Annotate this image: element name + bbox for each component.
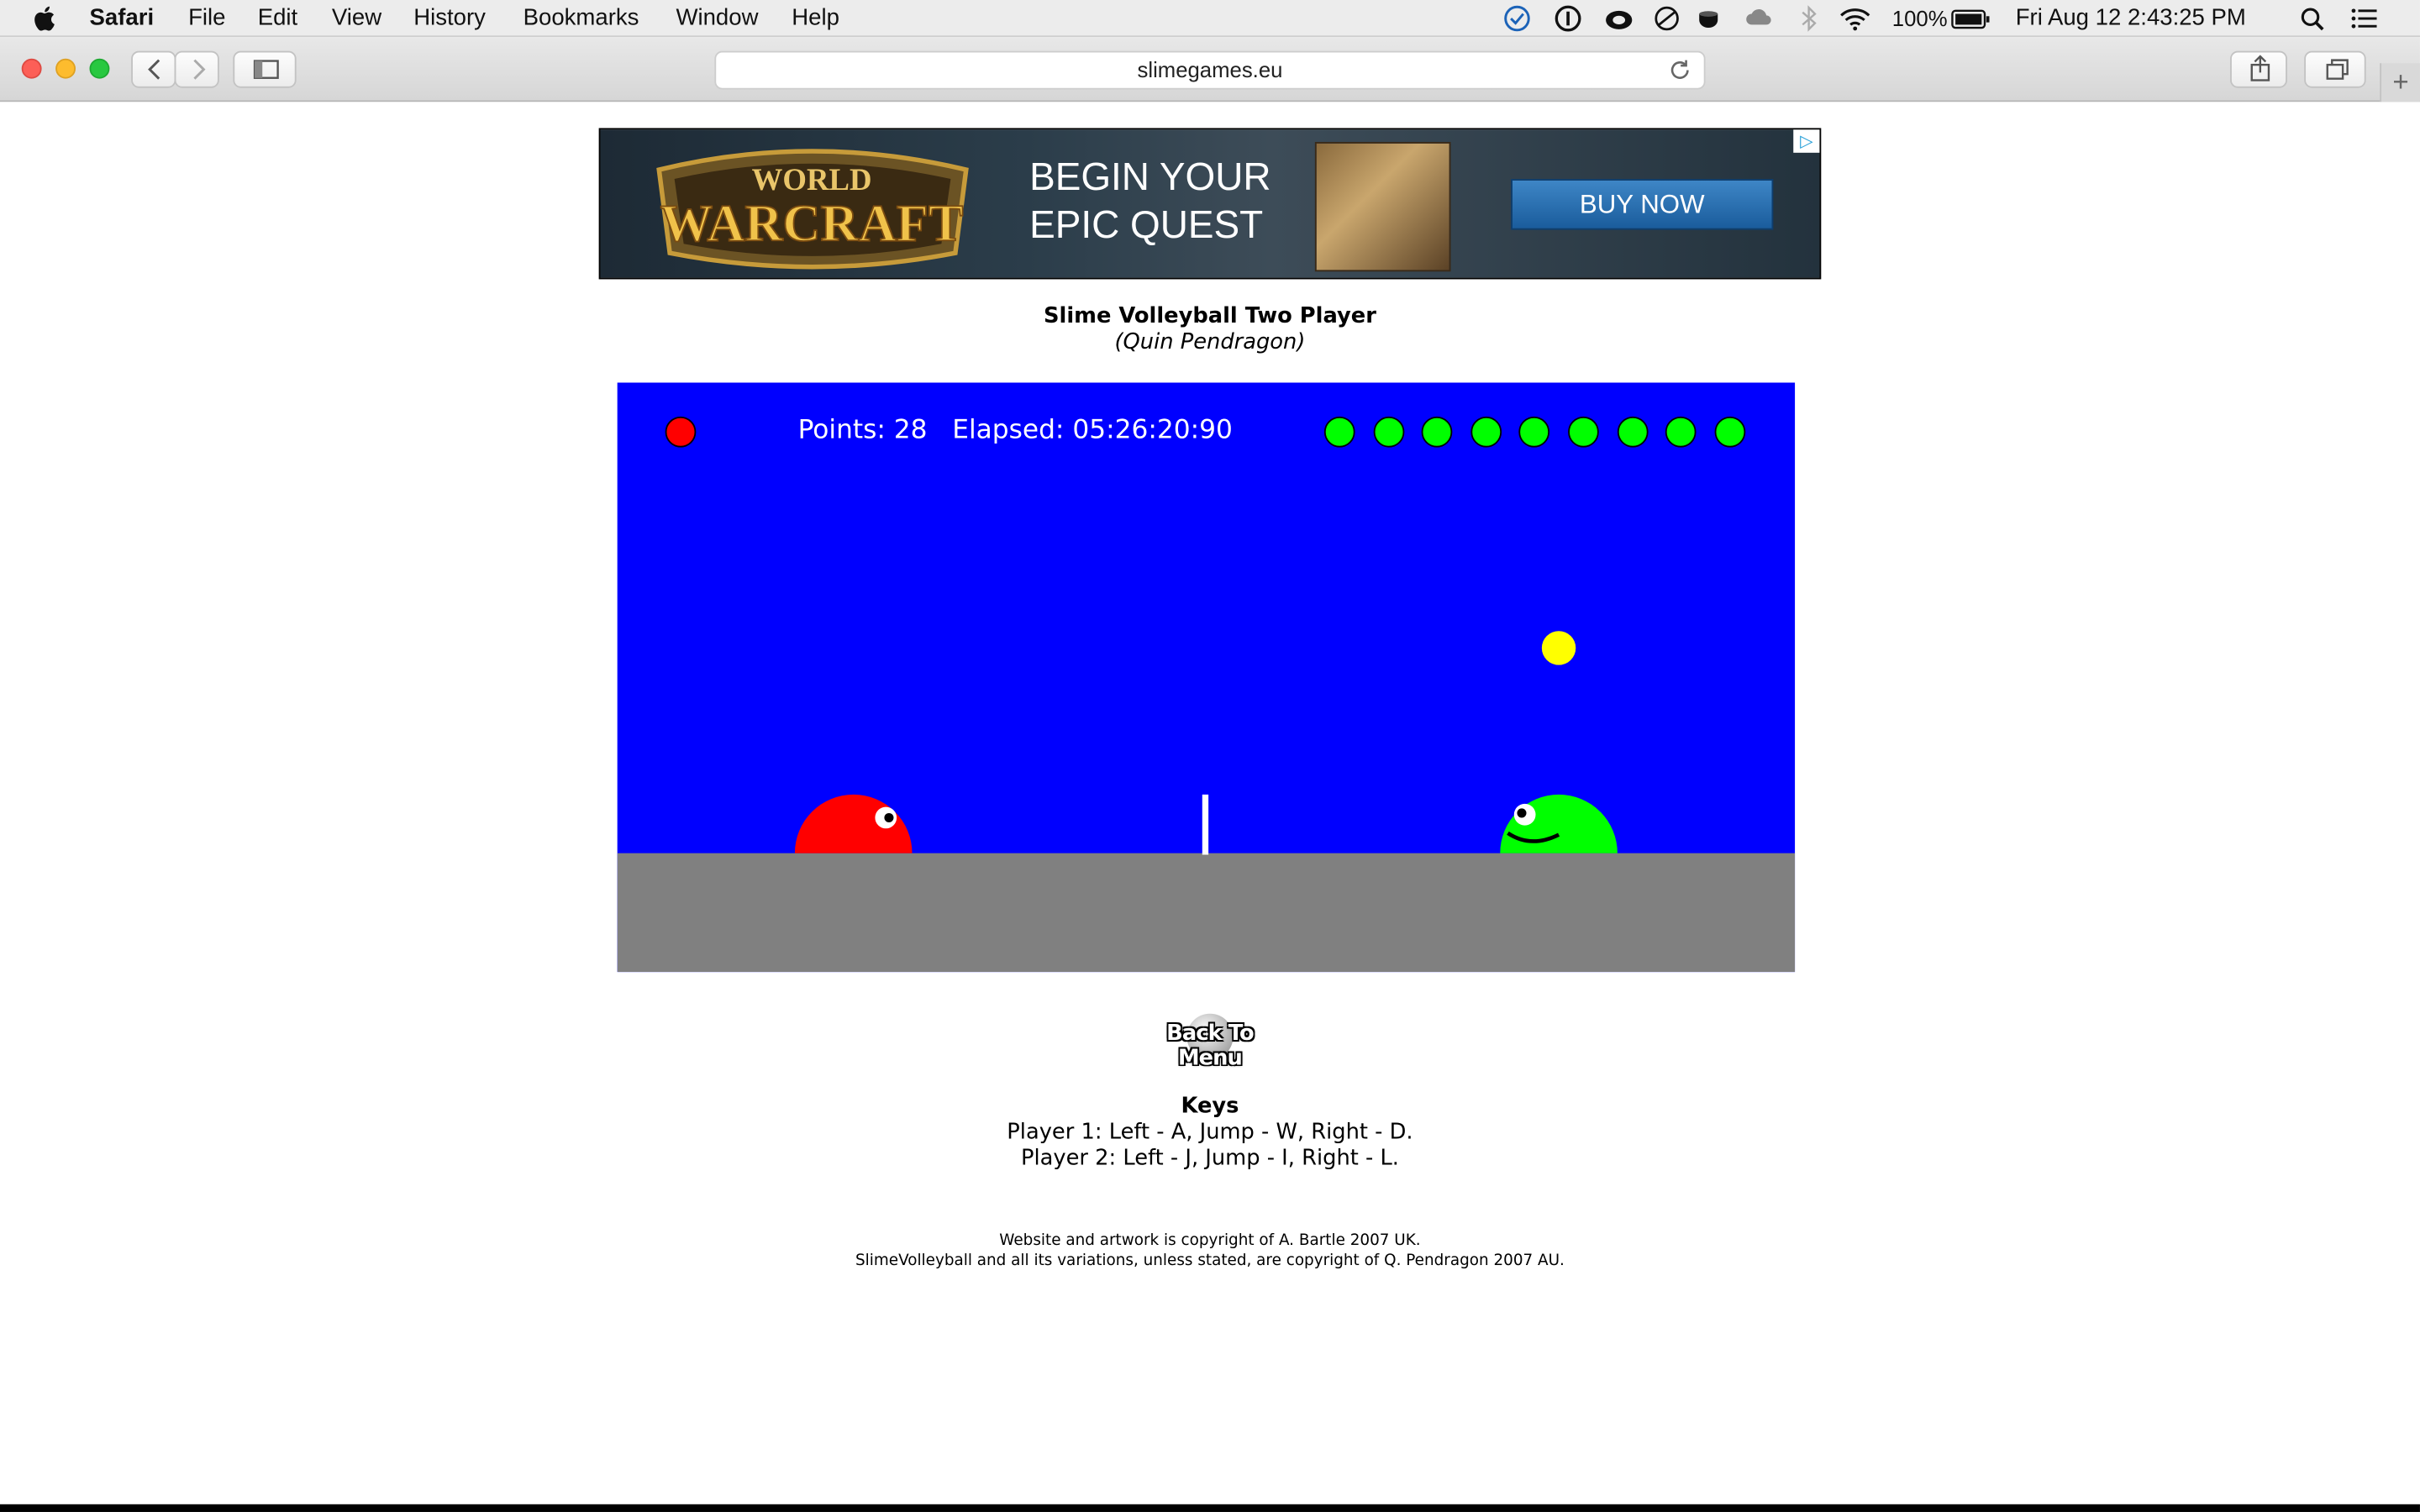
sync-status-icon[interactable] (1502, 5, 1533, 33)
slime-pupil (884, 812, 894, 822)
player1-keys: Player 1: Left - A, Jump - W, Right - D. (1007, 1120, 1413, 1145)
close-window-button[interactable] (21, 58, 42, 79)
player2-life-indicator (1421, 416, 1453, 448)
game-canvas[interactable]: Points: 28 Elapsed: 05:26:20:90 (617, 382, 1796, 973)
footer-line2: SlimeVolleyball and all its variations, … (855, 1252, 1565, 1270)
keys-info: Keys Player 1: Left - A, Jump - W, Right… (0, 1094, 2420, 1173)
player2-life-indicator (1323, 416, 1355, 448)
chevron-right-icon (193, 59, 206, 80)
share-button[interactable] (2230, 50, 2287, 88)
show-tabs-button[interactable] (2304, 50, 2366, 88)
menu-help[interactable]: Help (792, 5, 839, 31)
minimize-window-button[interactable] (55, 58, 76, 79)
page-title: Slime Volleyball Two Player (1044, 303, 1376, 329)
player2-life-indicator (1372, 416, 1404, 448)
world-of-warcraft-logo: WORLD WARCRAFT (656, 149, 969, 270)
player2-life-indicator (1714, 416, 1745, 448)
ad-logo-line1: WORLD (752, 162, 872, 197)
ad-logo-line2: WARCRAFT (660, 194, 964, 253)
wifi-icon[interactable] (1839, 5, 1870, 33)
reload-icon[interactable] (1668, 59, 1691, 82)
battery-icon[interactable] (1951, 5, 1991, 33)
player2-life-indicator (1568, 416, 1599, 448)
browser-toolbar: slimegames.eu + (0, 37, 2420, 102)
share-icon (2250, 55, 2270, 81)
menu-bookmarks[interactable]: Bookmarks (523, 5, 639, 31)
points-counter: Points: 28 (797, 415, 928, 446)
menu-view[interactable]: View (332, 5, 381, 31)
window-bottom-edge (0, 1504, 2420, 1512)
player1-red-slime (794, 794, 913, 853)
sidebar-icon (253, 60, 279, 79)
cloud-sync-icon[interactable] (1744, 5, 1775, 33)
spotlight-search-icon[interactable] (2298, 5, 2329, 33)
back-to-menu-label: Back To Menu (1166, 1021, 1255, 1071)
bluetooth-icon[interactable] (1793, 5, 1824, 33)
page-footer: Website and artwork is copyright of A. B… (0, 1231, 2420, 1272)
footer-line1: Website and artwork is copyright of A. B… (999, 1232, 1421, 1250)
menu-edit[interactable]: Edit (258, 5, 297, 31)
apple-menu-icon[interactable] (34, 5, 58, 33)
volleyball-net (1202, 794, 1209, 855)
player2-keys: Player 2: Left - J, Jump - I, Right - L. (1020, 1146, 1399, 1172)
player2-life-indicator (1617, 416, 1648, 448)
slime-eye (875, 806, 897, 829)
keys-heading: Keys (1181, 1094, 1239, 1119)
chevron-left-icon (148, 59, 160, 80)
back-nav-button[interactable] (131, 50, 176, 88)
battery-percentage: 100% (1891, 6, 1948, 31)
page-author: (Quin Pendragon) (1114, 330, 1306, 355)
game-box-art (1314, 141, 1451, 272)
zoom-window-button[interactable] (89, 58, 110, 79)
adchoices-icon[interactable]: ▷ (1793, 129, 1820, 153)
tabs-overview-icon (2326, 59, 2349, 80)
do-not-disturb-icon[interactable] (1651, 5, 1682, 33)
menu-bar: Safari File Edit View History Bookmarks … (0, 0, 2420, 38)
back-to-menu-button[interactable]: Back To Menu (1134, 1013, 1286, 1071)
address-bar[interactable]: slimegames.eu (714, 50, 1706, 90)
creative-cloud-icon[interactable] (1603, 5, 1634, 33)
ad-tagline: BEGIN YOUR EPIC QUEST (1029, 155, 1271, 247)
player2-life-indicator (1519, 416, 1550, 448)
url-text: slimegames.eu (1137, 56, 1283, 82)
caffeine-cup-icon[interactable] (1695, 5, 1726, 33)
menu-app-safari[interactable]: Safari (90, 5, 155, 31)
notification-center-icon[interactable] (2349, 5, 2380, 33)
menu-window[interactable]: Window (676, 5, 758, 31)
game-ground (617, 853, 1796, 973)
player2-life-indicator (1470, 416, 1502, 448)
menu-history[interactable]: History (413, 5, 486, 31)
password-manager-icon[interactable] (1553, 5, 1584, 33)
forward-nav-button[interactable] (174, 50, 219, 88)
new-tab-button[interactable]: + (2380, 63, 2420, 102)
slime-pupil (1517, 808, 1527, 818)
player2-life-indicator (1665, 416, 1697, 448)
volleyball (1541, 631, 1576, 665)
sidebar-toggle-button[interactable] (233, 50, 297, 88)
player1-life-indicator (665, 416, 697, 448)
slime-smile (1507, 831, 1560, 843)
elapsed-timer: Elapsed: 05:26:20:90 (952, 415, 1233, 446)
ad-banner[interactable]: WORLD WARCRAFT BEGIN YOUR EPIC QUEST BUY… (598, 128, 1822, 280)
player2-green-slime (1500, 794, 1618, 853)
slime-eye (1513, 803, 1536, 826)
menu-file[interactable]: File (188, 5, 225, 31)
ad-buy-now-button[interactable]: BUY NOW (1511, 179, 1774, 230)
menu-clock[interactable]: Fri Aug 12 2:43:25 PM (2016, 5, 2246, 31)
